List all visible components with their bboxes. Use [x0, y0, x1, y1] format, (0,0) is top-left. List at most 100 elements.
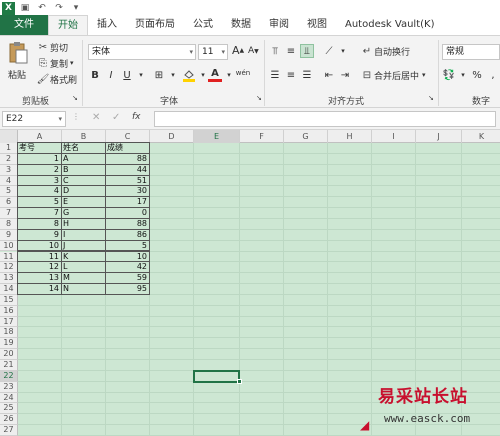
tab-formulas[interactable]: 公式	[184, 15, 222, 35]
row-header-25[interactable]: 25	[0, 403, 18, 415]
font-size-select[interactable]: 11 ▾	[198, 44, 228, 60]
align-center-icon[interactable]: ≡	[284, 68, 298, 82]
font-launcher-icon[interactable]: ↘	[256, 94, 262, 102]
align-bottom-icon[interactable]: ⫫	[300, 44, 314, 58]
column-header-a[interactable]: A	[18, 130, 62, 143]
alignment-launcher-icon[interactable]: ↘	[428, 94, 434, 102]
formula-bar-resize-icon[interactable]: ⋮	[72, 112, 80, 121]
row-header-26[interactable]: 26	[0, 414, 18, 426]
table-cell-exam-no[interactable]: 10	[18, 241, 61, 252]
tab-autodesk-vault[interactable]: Autodesk Vault(K)	[336, 15, 444, 35]
table-cell-score[interactable]: 51	[106, 176, 149, 187]
align-middle-icon[interactable]: ≡	[284, 44, 298, 58]
row-header-16[interactable]: 16	[0, 305, 18, 317]
table-cell-name[interactable]: G	[62, 208, 105, 219]
clipboard-launcher-icon[interactable]: ↘	[72, 94, 78, 102]
underline-button[interactable]: U	[120, 68, 134, 82]
align-top-icon[interactable]: ⫪	[268, 44, 282, 58]
table-cell-name[interactable]: J	[62, 241, 105, 252]
column-header-h[interactable]: H	[328, 130, 372, 143]
table-cell-score[interactable]: 0	[106, 208, 149, 219]
shrink-font-icon[interactable]: A ▼	[248, 46, 259, 56]
row-header-18[interactable]: 18	[0, 327, 18, 339]
table-cell-score[interactable]: 59	[106, 273, 149, 284]
table-cell-exam-no[interactable]: 2	[18, 165, 61, 176]
table-cell-score[interactable]: 88	[106, 154, 149, 165]
row-header-9[interactable]: 9	[0, 229, 18, 241]
percent-button[interactable]: %	[470, 68, 484, 82]
row-header-2[interactable]: 2	[0, 153, 18, 165]
table-header-cell[interactable]: 考号	[18, 143, 61, 154]
row-header-12[interactable]: 12	[0, 262, 18, 274]
table-cell-exam-no[interactable]: 7	[18, 208, 61, 219]
tab-insert[interactable]: 插入	[88, 15, 126, 35]
row-header-1[interactable]: 1	[0, 143, 18, 154]
row-header-27[interactable]: 27	[0, 425, 18, 436]
row-header-4[interactable]: 4	[0, 175, 18, 187]
phonetic-icon[interactable]: wén	[236, 66, 250, 80]
tab-view[interactable]: 视图	[298, 15, 336, 35]
table-cell-exam-no[interactable]: 11	[18, 252, 61, 263]
tab-page-layout[interactable]: 页面布局	[126, 15, 184, 35]
table-cell-exam-no[interactable]: 4	[18, 186, 61, 197]
row-header-23[interactable]: 23	[0, 381, 18, 393]
table-cell-exam-no[interactable]: 14	[18, 284, 61, 295]
tab-review[interactable]: 审阅	[260, 15, 298, 35]
table-header-cell[interactable]: 成绩	[106, 143, 149, 154]
borders-icon[interactable]: ⊞	[152, 68, 166, 82]
underline-dropdown-icon[interactable]: ▾	[134, 68, 148, 82]
row-header-22[interactable]: 22	[0, 370, 18, 382]
table-cell-name[interactable]: E	[62, 197, 105, 208]
format-painter-button[interactable]: 🖌 格式刷	[36, 72, 77, 86]
table-cell-exam-no[interactable]: 1	[18, 154, 61, 165]
formula-input[interactable]	[154, 111, 496, 127]
merge-center-button[interactable]: ⊟ 合并后居中 ▾	[360, 68, 426, 82]
table-cell-score[interactable]: 44	[106, 165, 149, 176]
table-cell-exam-no[interactable]: 9	[18, 230, 61, 241]
table-cell-score[interactable]: 30	[106, 186, 149, 197]
row-header-14[interactable]: 14	[0, 284, 18, 295]
table-cell-name[interactable]: C	[62, 176, 105, 187]
row-header-20[interactable]: 20	[0, 349, 18, 360]
row-header-24[interactable]: 24	[0, 392, 18, 404]
number-format-select[interactable]: 常规	[442, 44, 500, 60]
table-cell-name[interactable]: B	[62, 165, 105, 176]
table-cell-score[interactable]: 88	[106, 219, 149, 230]
redo-icon[interactable]: ↷	[52, 1, 66, 15]
font-color-button[interactable]: A	[208, 68, 222, 82]
undo-icon[interactable]: ↶	[35, 1, 49, 15]
column-header-k[interactable]: K	[462, 130, 500, 143]
font-color-dropdown-icon[interactable]: ▾	[222, 68, 236, 82]
table-cell-exam-no[interactable]: 13	[18, 273, 61, 284]
font-name-select[interactable]: 宋体 ▾	[88, 44, 196, 60]
paste-icon[interactable]	[6, 40, 30, 66]
row-header-21[interactable]: 21	[0, 360, 18, 371]
align-left-icon[interactable]: ☰	[268, 68, 282, 82]
column-header-j[interactable]: J	[416, 130, 462, 143]
table-cell-score[interactable]: 10	[106, 252, 149, 263]
table-cell-name[interactable]: I	[62, 230, 105, 241]
row-header-15[interactable]: 15	[0, 294, 18, 306]
fill-handle[interactable]	[237, 378, 242, 384]
row-header-6[interactable]: 6	[0, 197, 18, 209]
column-header-f[interactable]: F	[240, 130, 284, 143]
table-cell-name[interactable]: L	[62, 262, 105, 273]
table-cell-name[interactable]: M	[62, 273, 105, 284]
table-cell-score[interactable]: 5	[106, 241, 149, 252]
orientation-icon[interactable]: ⟋	[322, 44, 336, 58]
borders-dropdown-icon[interactable]: ▾	[166, 68, 180, 82]
column-header-g[interactable]: G	[284, 130, 328, 143]
orientation-dropdown-icon[interactable]: ▾	[336, 44, 350, 58]
accounting-dropdown-icon[interactable]: ▾	[456, 68, 470, 82]
column-header-d[interactable]: D	[150, 130, 194, 143]
row-header-7[interactable]: 7	[0, 208, 18, 219]
table-cell-name[interactable]: K	[62, 252, 105, 263]
tab-data[interactable]: 数据	[222, 15, 260, 35]
cancel-icon[interactable]: ✕	[92, 112, 100, 123]
active-cell-selection[interactable]	[193, 369, 240, 383]
fill-color-icon[interactable]	[182, 68, 196, 82]
tab-file[interactable]: 文件	[0, 15, 48, 35]
table-cell-name[interactable]: A	[62, 154, 105, 165]
grow-font-icon[interactable]: A ▲	[232, 44, 244, 57]
cut-button[interactable]: ✂ 剪切	[36, 40, 68, 54]
